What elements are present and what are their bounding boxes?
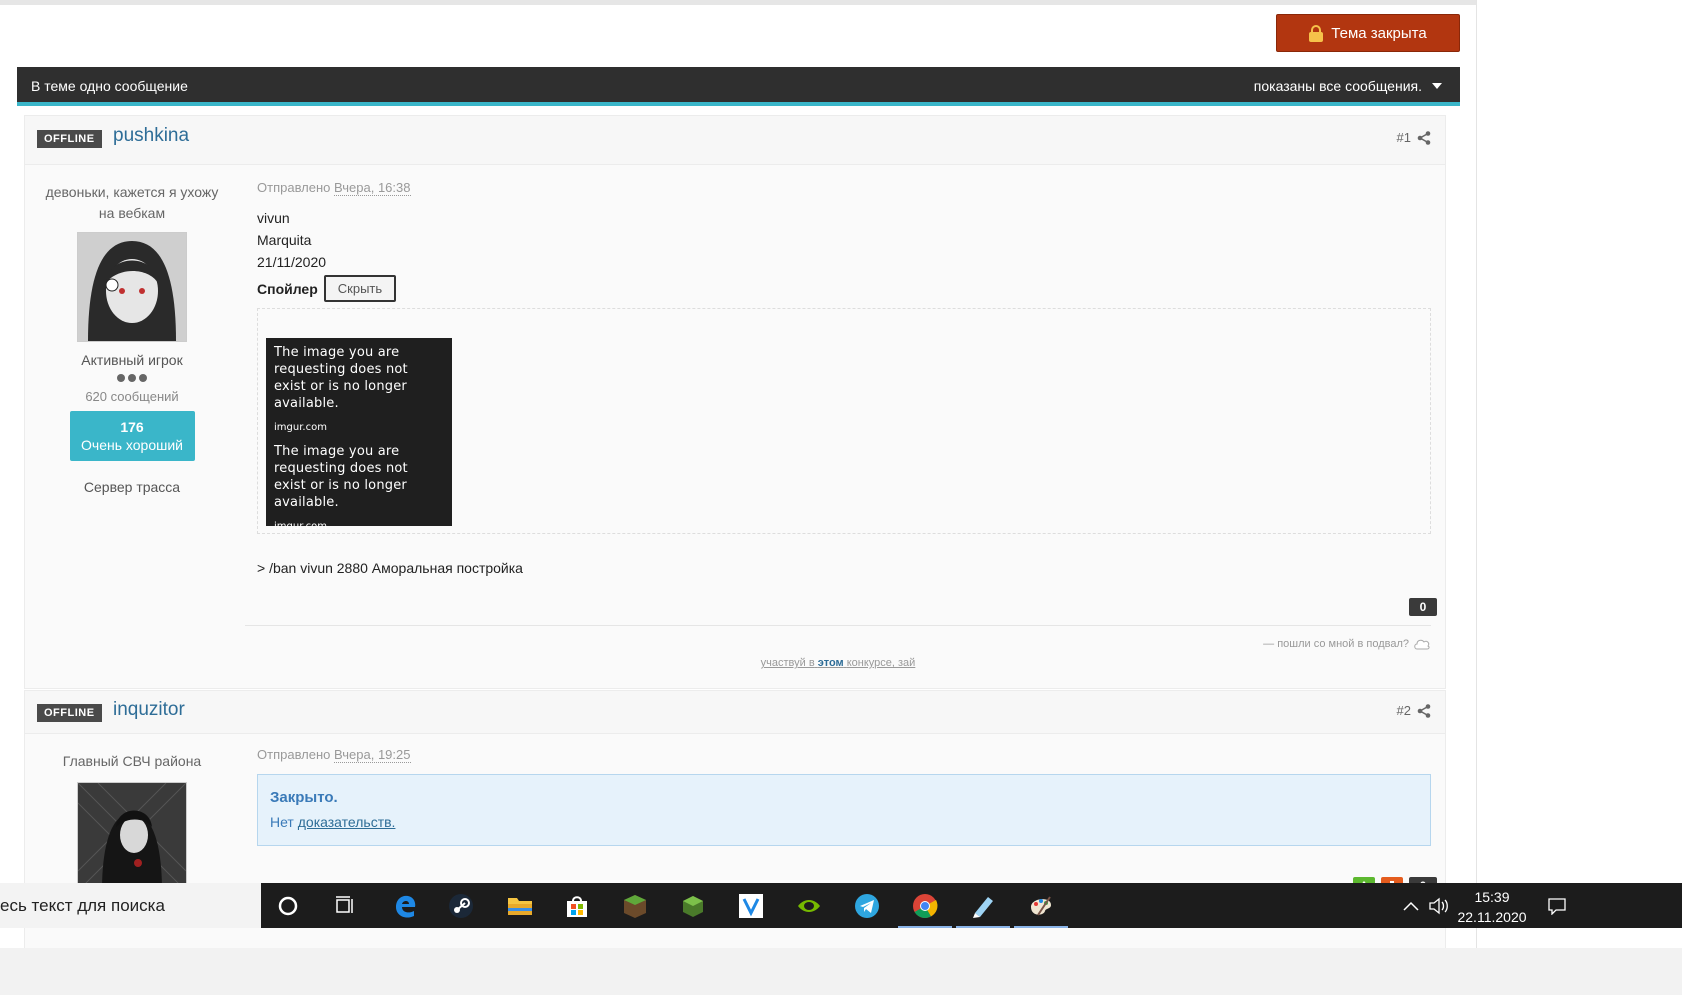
nvidia-icon[interactable]: [794, 891, 824, 921]
post: OFFLINE pushkina #1 девоньки, кажется я …: [24, 115, 1446, 689]
imgur-site: imgur.com: [274, 422, 327, 433]
topic-summary: В теме одно сообщение: [31, 78, 188, 94]
rank-pips: [25, 374, 239, 382]
post-count: 620 сообщений: [85, 389, 179, 404]
lock-icon: [1309, 25, 1324, 42]
posted-date[interactable]: Вчера, 19:25: [334, 747, 411, 763]
reputation-label: Очень хороший: [81, 437, 183, 453]
reputation-value: 176: [120, 419, 144, 435]
user-title: девоньки, кажется я ухожу на вебкам: [45, 184, 219, 221]
chrome-icon[interactable]: [910, 891, 940, 921]
steam-icon[interactable]: [446, 891, 476, 921]
reputation-badge: 176 Очень хороший: [69, 411, 195, 461]
taskbar-search-input[interactable]: есь текст для поиска: [0, 883, 261, 928]
taskbar: есь текст для поиска 15:39 22.11.2020: [0, 883, 1682, 928]
signature-quote-text: — пошли со мной в подвал?: [1263, 638, 1409, 650]
spoiler-content: The image you are requesting does not ex…: [257, 308, 1431, 534]
vpn-shield-icon[interactable]: [736, 891, 766, 921]
posted-date[interactable]: Вчера, 16:38: [334, 180, 411, 196]
moderator-note-title: Закрыто.: [270, 789, 338, 806]
edge-icon[interactable]: [390, 891, 420, 921]
posted-prefix: Отправлено: [257, 747, 331, 762]
cloud-icon: [1414, 639, 1430, 650]
minecraft-icon[interactable]: [620, 891, 650, 921]
post-header: OFFLINE pushkina #1: [25, 116, 1445, 165]
topic-locked-button[interactable]: Тема закрыта: [1276, 14, 1460, 52]
signature-quote: — пошли со мной в подвал?: [1263, 638, 1431, 650]
signature: — пошли со мной в подвал? участвуй в это…: [245, 625, 1431, 669]
vote-controls: 0: [1409, 598, 1437, 616]
post-body: vivun Marquita 21/11/2020: [257, 207, 1431, 273]
file-explorer-icon[interactable]: [505, 891, 535, 921]
topic-bar: В теме одно сообщение показаны все сообщ…: [17, 67, 1460, 106]
message-filter-label: показаны все сообщения.: [1253, 78, 1422, 94]
post-content: Отправлено Вчера, 19:25 Закрыто. Нет док…: [257, 733, 1431, 846]
post-content: Отправлено Вчера, 16:38 vivun Marquita 2…: [257, 164, 1431, 576]
status-badge: OFFLINE: [37, 704, 102, 722]
author-panel: Главный СВЧ района: [25, 733, 239, 892]
topic-locked-label: Тема закрыта: [1331, 24, 1427, 42]
moderator-note: Закрыто. Нет доказательств.: [257, 774, 1431, 846]
share-icon[interactable]: [1417, 131, 1431, 145]
store-icon[interactable]: [562, 891, 592, 921]
contest-link[interactable]: этом: [818, 657, 844, 669]
taskbar-clock[interactable]: 15:39 22.11.2020: [1456, 887, 1528, 927]
avatar[interactable]: [77, 782, 187, 892]
status-badge: OFFLINE: [37, 130, 102, 148]
body-line: vivun: [257, 210, 290, 226]
spoiler-hide-button[interactable]: Скрыть: [323, 275, 397, 302]
posted-prefix: Отправлено: [257, 180, 331, 195]
evidence-link[interactable]: доказательств.: [298, 814, 396, 830]
chevron-up-icon[interactable]: [1396, 891, 1426, 921]
missing-image: The image you are requesting does not ex…: [266, 338, 452, 532]
user-rank: Активный игрок: [81, 352, 183, 368]
body-line: 21/11/2020: [257, 254, 327, 270]
spoiler-header: Спойлер Скрыть: [257, 275, 1431, 302]
user-server: Сервер трасса: [83, 479, 181, 495]
message-filter-dropdown[interactable]: показаны все сообщения.: [1254, 78, 1442, 94]
forum-page: Тема закрыта В теме одно сообщение показ…: [0, 0, 1476, 948]
paint-icon[interactable]: [1026, 891, 1056, 921]
author-panel: девоньки, кажется я ухожу на вебкам Акти…: [25, 164, 239, 495]
imgur-site: imgur.com: [274, 521, 327, 532]
post-date: Отправлено Вчера, 16:38: [257, 180, 1431, 196]
paint-active-indicator: [1014, 926, 1068, 928]
right-margin: [1476, 0, 1682, 948]
spoiler-label: Спойлер: [257, 280, 318, 297]
post-date: Отправлено Вчера, 19:25: [257, 747, 1431, 763]
username-link[interactable]: pushkina: [113, 125, 189, 147]
username-link[interactable]: inquzitor: [113, 699, 185, 721]
share-icon[interactable]: [1417, 704, 1431, 718]
task-view-icon[interactable]: [330, 891, 360, 921]
moderator-note-pre: Нет: [270, 814, 294, 830]
chevron-down-icon: [1432, 83, 1442, 89]
vote-count: 0: [1409, 598, 1437, 616]
post-number-link[interactable]: #1: [1397, 130, 1411, 145]
clock-time: 15:39: [1474, 889, 1510, 905]
moderator-note-text: Нет доказательств.: [270, 814, 1418, 830]
cortana-icon[interactable]: [273, 891, 303, 921]
imgur-message: The image you are requesting does not ex…: [274, 345, 408, 411]
post-number-link[interactable]: #2: [1397, 703, 1411, 718]
ban-command-text: > /ban vivun 2880 Аморальная постройка: [257, 560, 523, 576]
chrome-active-indicator: [898, 926, 952, 928]
contest-text-pre: участвуй в: [760, 657, 815, 669]
user-title: Главный СВЧ района: [62, 753, 202, 769]
notepad-active-indicator: [956, 926, 1010, 928]
notifications-icon[interactable]: [1542, 891, 1572, 921]
contest-text-post: конкурсе, зай: [846, 657, 916, 669]
avatar[interactable]: [77, 232, 187, 342]
minecraft-launcher-icon[interactable]: [678, 891, 708, 921]
notepad-icon[interactable]: [968, 891, 998, 921]
body-line: Marquita: [257, 232, 312, 248]
signature-contest: участвуй в этом конкурсе, зай: [245, 657, 1431, 669]
volume-icon[interactable]: [1424, 891, 1454, 921]
clock-date: 22.11.2020: [1457, 909, 1527, 925]
telegram-icon[interactable]: [852, 891, 882, 921]
imgur-message: The image you are requesting does not ex…: [274, 444, 408, 510]
post-header: OFFLINE inquzitor #2: [25, 691, 1445, 734]
